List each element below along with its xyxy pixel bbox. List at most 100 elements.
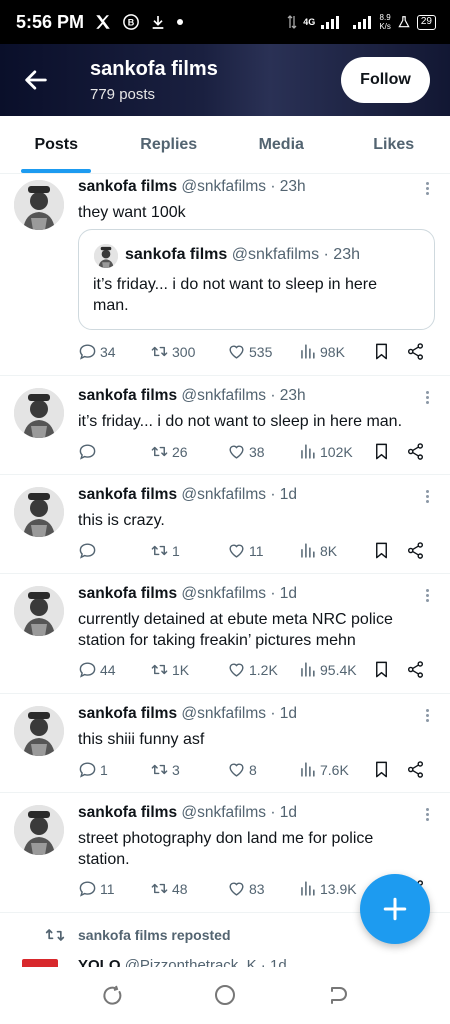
status-time: 5:56 PM bbox=[16, 11, 85, 32]
post-item[interactable]: sankofa films @snkfafilms · 1d currently… bbox=[0, 574, 450, 694]
bookmark-button[interactable] bbox=[372, 342, 391, 361]
share-button[interactable] bbox=[406, 660, 425, 679]
like-button-count: 535 bbox=[249, 343, 273, 360]
post-actions: 34 300 535 98K bbox=[78, 342, 428, 366]
views-button[interactable]: 8K bbox=[298, 541, 337, 560]
bookmark-icon bbox=[376, 443, 387, 460]
views-button-count: 95.4K bbox=[320, 661, 357, 678]
more-options-icon[interactable] bbox=[424, 806, 430, 824]
avatar[interactable] bbox=[14, 388, 64, 438]
more-options-icon[interactable] bbox=[424, 488, 430, 506]
reply-button[interactable] bbox=[78, 442, 100, 461]
reply-icon bbox=[79, 881, 96, 897]
views-button[interactable]: 95.4K bbox=[298, 660, 357, 679]
like-button[interactable]: 83 bbox=[227, 879, 265, 898]
repost-button[interactable]: 300 bbox=[150, 342, 195, 361]
avatar[interactable] bbox=[14, 180, 64, 230]
reply-button[interactable]: 1 bbox=[78, 760, 108, 779]
home-icon[interactable] bbox=[213, 983, 237, 1007]
bookmark-button[interactable] bbox=[372, 660, 391, 679]
repost-button-count: 26 bbox=[172, 443, 188, 460]
post-item[interactable]: sankofa films @snkfafilms · 23h it’s fri… bbox=[0, 376, 450, 475]
status-bar: 5:56 PM B 4G 8.9 K/s 29 bbox=[0, 0, 450, 44]
like-button[interactable]: 535 bbox=[227, 342, 272, 361]
more-options-icon[interactable] bbox=[424, 587, 430, 605]
post-item[interactable]: sankofa films @snkfafilms · 1d this shii… bbox=[0, 694, 450, 793]
repost-button[interactable]: 26 bbox=[150, 442, 188, 461]
bookmark-icon bbox=[376, 542, 387, 559]
arrow-left-icon[interactable] bbox=[22, 66, 50, 94]
share-icon bbox=[407, 542, 424, 559]
quoted-post[interactable]: sankofa films @snkfafilms · 23h it’s fri… bbox=[78, 229, 435, 330]
share-icon bbox=[407, 443, 424, 460]
author-handle-time: @snkfafilms · 1d bbox=[181, 705, 298, 722]
views-button[interactable]: 102K bbox=[298, 442, 353, 461]
post-text: they want 100k bbox=[78, 204, 186, 221]
partial-post[interactable]: YOLO @Pizzonthetrack_K · 1d bbox=[0, 955, 450, 967]
avatar[interactable] bbox=[14, 706, 64, 756]
post-actions: 44 1K 1.2K 95.4K bbox=[78, 660, 428, 684]
avatar[interactable] bbox=[14, 586, 64, 636]
views-button[interactable]: 7.6K bbox=[298, 760, 349, 779]
share-button[interactable] bbox=[406, 342, 425, 361]
like-button-count: 11 bbox=[249, 542, 264, 559]
post-item[interactable]: sankofa films @snkfafilms · 1d this is c… bbox=[0, 475, 450, 574]
follow-button[interactable]: Follow bbox=[341, 57, 430, 103]
author-name[interactable]: sankofa films bbox=[78, 486, 177, 503]
tab-media[interactable]: Media bbox=[225, 116, 338, 173]
author-name[interactable]: sankofa films bbox=[78, 178, 177, 195]
network-type: 4G bbox=[303, 17, 316, 27]
repost-icon bbox=[151, 883, 168, 894]
reply-button[interactable]: 44 bbox=[78, 660, 116, 679]
system-nav-bar bbox=[0, 967, 450, 1024]
tab-replies[interactable]: Replies bbox=[113, 116, 226, 173]
repost-button-count: 300 bbox=[172, 343, 196, 360]
views-button-count: 98K bbox=[320, 343, 345, 360]
bookmark-button[interactable] bbox=[372, 541, 391, 560]
more-options-icon[interactable] bbox=[424, 180, 430, 198]
back-icon[interactable] bbox=[326, 983, 350, 1007]
reply-button[interactable]: 34 bbox=[78, 342, 116, 361]
like-button[interactable]: 11 bbox=[227, 541, 264, 560]
profile-tabs: Posts Replies Media Likes bbox=[0, 116, 450, 174]
views-button-count: 8K bbox=[320, 542, 338, 559]
reply-button[interactable] bbox=[78, 541, 100, 560]
author-name[interactable]: sankofa films bbox=[78, 585, 177, 602]
like-button-count: 38 bbox=[249, 443, 265, 460]
avatar[interactable] bbox=[14, 805, 64, 855]
like-button-count: 83 bbox=[249, 880, 265, 897]
repost-button[interactable]: 3 bbox=[150, 760, 180, 779]
share-button[interactable] bbox=[406, 442, 425, 461]
avatar[interactable] bbox=[14, 487, 64, 537]
author-name[interactable]: sankofa films bbox=[78, 804, 177, 821]
repost-button[interactable]: 1K bbox=[150, 660, 189, 679]
author-handle-time: @snkfafilms · 23h bbox=[181, 178, 306, 195]
share-button[interactable] bbox=[406, 541, 425, 560]
bookmark-icon bbox=[376, 343, 387, 360]
post-item[interactable]: sankofa films @snkfafilms · 23h they wan… bbox=[0, 174, 450, 376]
bookmark-button[interactable] bbox=[372, 760, 391, 779]
author-name[interactable]: sankofa films bbox=[78, 387, 177, 404]
repost-button[interactable]: 1 bbox=[150, 541, 180, 560]
reply-button[interactable]: 11 bbox=[78, 879, 115, 898]
recents-icon[interactable] bbox=[100, 983, 124, 1007]
author-handle-time: @snkfafilms · 1d bbox=[181, 804, 298, 821]
more-options-icon[interactable] bbox=[424, 707, 430, 725]
share-button[interactable] bbox=[406, 760, 425, 779]
like-button[interactable]: 1.2K bbox=[227, 660, 278, 679]
like-button[interactable]: 38 bbox=[227, 442, 265, 461]
views-button[interactable]: 98K bbox=[298, 342, 345, 361]
compose-button[interactable] bbox=[360, 874, 430, 944]
tab-posts[interactable]: Posts bbox=[0, 116, 113, 173]
download-icon bbox=[152, 16, 164, 29]
author-name[interactable]: sankofa films bbox=[78, 705, 177, 722]
bookmark-button[interactable] bbox=[372, 442, 391, 461]
repost-button[interactable]: 48 bbox=[150, 879, 188, 898]
more-options-icon[interactable] bbox=[424, 389, 430, 407]
views-icon bbox=[301, 881, 315, 896]
repost-button-count: 1K bbox=[172, 661, 190, 678]
views-button[interactable]: 13.9K bbox=[298, 879, 357, 898]
like-button[interactable]: 8 bbox=[227, 760, 257, 779]
tab-likes[interactable]: Likes bbox=[338, 116, 450, 173]
quoted-author-name: sankofa films bbox=[125, 246, 228, 263]
